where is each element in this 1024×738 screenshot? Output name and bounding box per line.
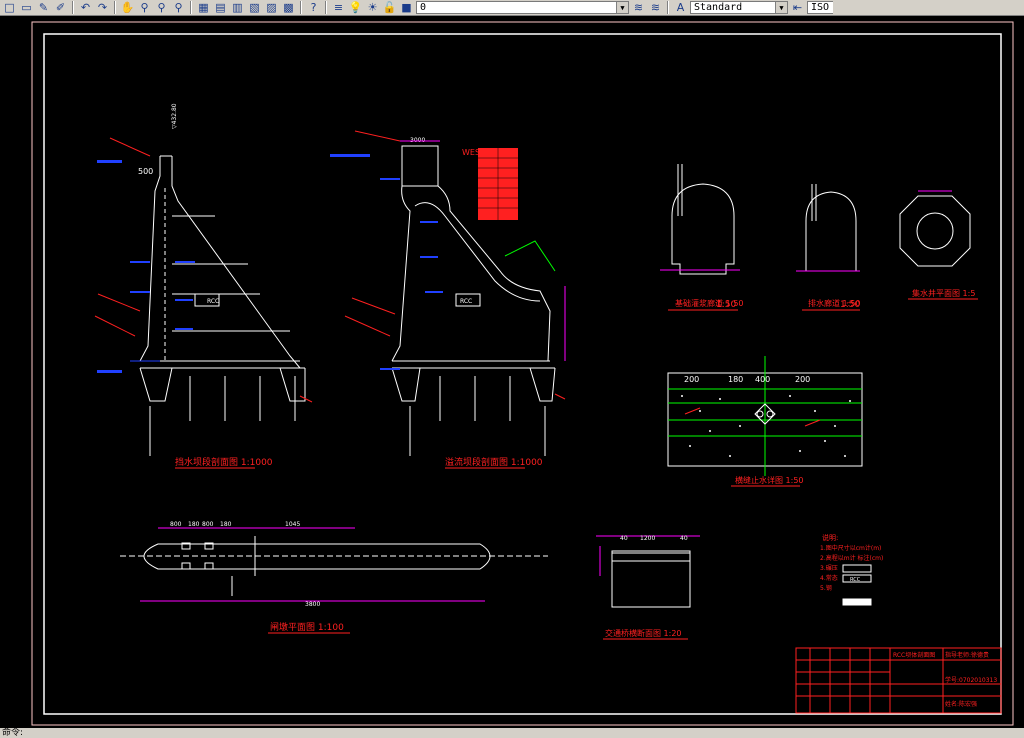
section2-title: 溢流坝段剖面图 1:1000	[445, 456, 543, 468]
calculator-icon[interactable]: ▩	[281, 1, 296, 15]
well-title: 集水井平面图 1:5	[912, 288, 975, 298]
undo-icon[interactable]: ↶	[78, 1, 93, 15]
outer-frame	[31, 21, 1014, 726]
dimstyle-name: ISO	[811, 2, 830, 13]
pier-dim-1: 800	[170, 521, 182, 528]
text-style-select[interactable]: Standard ▼	[690, 1, 788, 14]
design-center-icon[interactable]: ▤	[213, 1, 228, 15]
well-plan	[899, 195, 971, 267]
note-5: 5.钢	[820, 584, 832, 592]
new-file-icon[interactable]: □	[2, 1, 17, 15]
wes-label: WES	[462, 148, 480, 157]
dimension-style-icon[interactable]: ⇤	[790, 1, 805, 15]
sec2-red-leaders	[344, 130, 566, 400]
inner-frame	[43, 33, 1002, 715]
note-4: 4.常态	[820, 574, 838, 582]
section1-title: 挡水坝段剖面图 1:1000	[175, 456, 273, 468]
tool-palettes-icon[interactable]: ▥	[230, 1, 245, 15]
markup-icon[interactable]: ▨	[264, 1, 279, 15]
non-overflow-section	[130, 155, 306, 456]
teacher-name: 指导老师:徐德贵	[945, 651, 989, 659]
layer-select[interactable]: 0 ▼	[416, 1, 629, 14]
layer-color-icon: ■	[401, 0, 412, 14]
command-line[interactable]: 命令:	[0, 728, 1024, 738]
legend-rcc: RCC	[850, 577, 861, 583]
properties-icon[interactable]: ▦	[196, 1, 211, 15]
separator	[72, 1, 74, 14]
overflow-section	[391, 145, 556, 456]
dimension-style-select[interactable]: ISO	[807, 1, 833, 14]
pier-dim-4: 180	[220, 521, 232, 528]
joint-dim-3: 400	[755, 375, 770, 384]
sec2-green-lines	[504, 240, 556, 272]
cad-toolbar: □ ▭ ✎ ✐ ↶ ↷ ✋ ⚲ ⚲ ⚲ ▦ ▤ ▥ ▧ ▨ ▩ ? ≡ 💡 ☀ …	[0, 0, 1024, 16]
zoom-window-icon[interactable]: ⚲	[154, 1, 169, 15]
separator	[114, 1, 116, 14]
crest-width-dim: 500	[138, 167, 153, 176]
pier-title: 闸墩平面图 1:100	[270, 621, 344, 633]
note-1: 1.图中尺寸以cm计(m)	[820, 544, 881, 552]
joint-dim-1: 200	[684, 375, 699, 384]
rcc-label: RCC	[207, 298, 219, 305]
pencil-icon[interactable]: ✎	[36, 1, 51, 15]
student-name: 姓名:陈宏强	[945, 700, 977, 708]
pier-dims	[140, 527, 485, 602]
separator	[325, 1, 327, 14]
layer-on-icon[interactable]: 💡	[348, 1, 363, 15]
separator	[190, 1, 192, 14]
pier-plan	[120, 536, 548, 596]
separator	[300, 1, 302, 14]
layer-freeze-icon[interactable]: ☀	[365, 1, 380, 15]
bridge-dim-1200: 1200	[640, 535, 655, 542]
pier-dim-1045: 1045	[285, 521, 300, 528]
chevron-down-icon[interactable]: ▼	[775, 2, 787, 13]
gallery-1	[671, 164, 735, 275]
rcc-label-2: RCC	[460, 298, 472, 305]
bridge-title: 交通桥横断面图 1:20	[605, 628, 682, 638]
sec1-red-leaders	[94, 137, 313, 403]
pier-dim-3: 800	[202, 521, 214, 528]
notes-title: 说明:	[822, 533, 838, 542]
drawing-canvas[interactable]: RCC 500 ▽432.80 挡水坝段剖面图 1:1000 RCC WES 3…	[0, 16, 1024, 728]
layer-name: 0	[420, 2, 427, 13]
bridge-dim-40b: 40	[680, 535, 688, 542]
gallery2-scale: 1:50	[840, 300, 860, 310]
layer-lock-icon[interactable]: 🔓	[382, 1, 397, 15]
joint-detail	[667, 356, 863, 476]
joint-dim-2: 180	[728, 375, 743, 384]
gallery1-scale: 1:50	[716, 300, 736, 310]
command-prompt: 命令:	[2, 728, 24, 738]
sheet-set-icon[interactable]: ▧	[247, 1, 262, 15]
sec1-blue-marks	[97, 160, 195, 373]
joint-title: 横缝止水详图 1:50	[735, 475, 804, 485]
help-icon[interactable]: ?	[306, 1, 321, 15]
chevron-down-icon[interactable]: ▼	[616, 2, 628, 13]
crest-elevation: ▽432.80	[171, 103, 178, 129]
bridge-dim-40a: 40	[620, 535, 628, 542]
make-current-layer-icon[interactable]: ≋	[631, 1, 646, 15]
student-id: 学号:0702010313	[945, 676, 997, 684]
text-style-icon[interactable]: A	[673, 1, 688, 15]
open-file-icon[interactable]: ▭	[19, 1, 34, 15]
text-style-name: Standard	[694, 2, 743, 13]
pier-dim-2: 180	[188, 521, 200, 528]
redo-icon[interactable]: ↷	[95, 1, 110, 15]
pier-dim-3800: 3800	[305, 601, 320, 608]
gallery-2	[805, 184, 857, 272]
separator	[667, 1, 669, 14]
note-2: 2.高程以m计 标注(cm)	[820, 554, 883, 562]
notes-legend	[842, 564, 872, 606]
layer-manager-icon[interactable]: ≡	[331, 1, 346, 15]
bridge-section	[611, 550, 691, 608]
zoom-realtime-icon[interactable]: ⚲	[137, 1, 152, 15]
layer-previous-icon[interactable]: ≋	[648, 1, 663, 15]
drawing-name: RCC坝体剖面图	[893, 651, 935, 659]
note-3: 3.碾压	[820, 565, 838, 572]
joint-dim-4: 200	[795, 375, 810, 384]
zoom-previous-icon[interactable]: ⚲	[171, 1, 186, 15]
match-properties-icon[interactable]: ✐	[53, 1, 68, 15]
pan-icon[interactable]: ✋	[120, 1, 135, 15]
